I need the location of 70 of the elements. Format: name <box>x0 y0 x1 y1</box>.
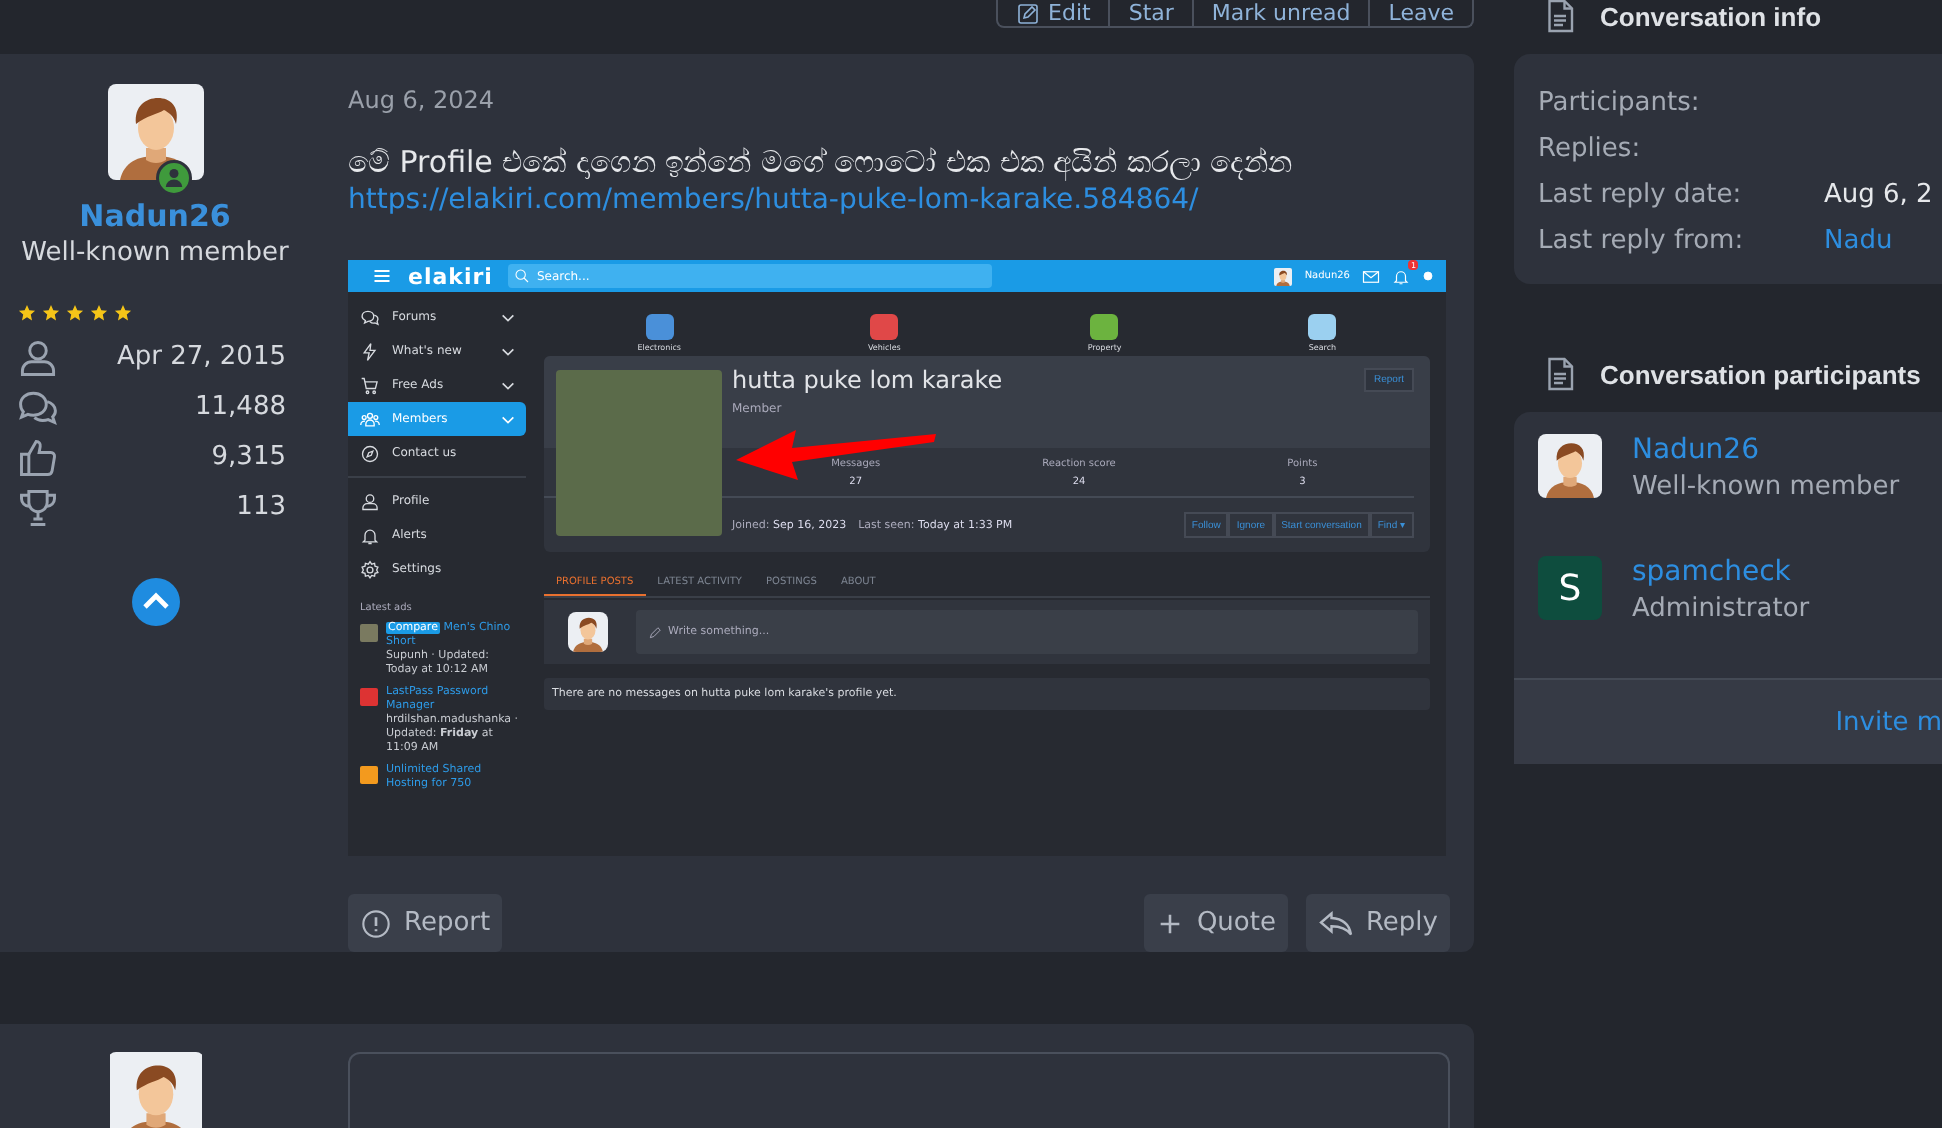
quote-button[interactable]: Quote <box>1144 894 1288 952</box>
star-icon <box>90 304 108 324</box>
toolbar-button[interactable]: Edit <box>998 0 1109 26</box>
compass-icon <box>360 443 380 463</box>
info-label: Participants: <box>1538 88 1702 122</box>
ad-thumbnail <box>360 624 378 642</box>
dot-icon <box>1422 270 1434 282</box>
avatar-drawing <box>568 612 608 652</box>
ad-thumbnail <box>360 688 378 706</box>
star-icon <box>18 304 36 324</box>
document-icon <box>1542 356 1578 392</box>
thumbs-up-icon <box>16 435 60 479</box>
star-icon <box>42 304 60 324</box>
toolbar-button[interactable]: Star <box>1108 0 1192 26</box>
invite-link[interactable]: Invite m <box>1835 707 1942 737</box>
user-title: Well-known member <box>21 238 289 268</box>
info-label: Last reply from: <box>1538 226 1746 260</box>
mail-icon <box>1362 267 1380 285</box>
reply-button[interactable]: Reply <box>1305 894 1450 952</box>
user-icon <box>16 335 60 379</box>
message-text: මේ Profile එකේ දාගෙන ඉන්නේ මගේ ෆොටෝ එක එක අයින් කරලා දෙන්න <box>348 142 1295 182</box>
reply-arrow-icon <box>1317 905 1354 941</box>
avatar-drawing <box>1274 267 1293 285</box>
avatar-drawing <box>107 1052 203 1128</box>
username-link[interactable]: Nadu <box>1824 226 1893 264</box>
user-icon <box>360 491 380 511</box>
lightning-icon <box>360 341 380 361</box>
site-logo: elakiri <box>408 263 493 289</box>
info-value: Aug 6, 2 <box>1824 180 1933 214</box>
stat-value: 9,315 <box>211 442 286 472</box>
search-icon <box>514 268 531 284</box>
toolbar-button[interactable]: Mark unread <box>1191 0 1369 26</box>
arrow-icon <box>736 428 936 480</box>
avatar-drawing <box>1538 434 1602 498</box>
stat-value: Apr 27, 2015 <box>116 342 286 372</box>
edit-icon <box>1016 1 1041 25</box>
bell-icon <box>1392 267 1410 285</box>
people-icon <box>360 409 380 429</box>
user-title: Well-known member <box>1632 472 1900 502</box>
letter-avatar: S <box>1538 556 1602 620</box>
block-title: Conversation participants <box>1600 359 1921 389</box>
gear-icon <box>360 559 380 579</box>
chevron-up-icon <box>131 578 179 626</box>
ad-thumbnail <box>360 766 378 784</box>
speech-bubbles-icon <box>360 307 380 327</box>
plus-icon <box>1156 909 1185 937</box>
url-link[interactable]: https://elakiri.com/members/hutta-puke-lom-karake.584864/ <box>348 182 1450 218</box>
stat-value: 11,488 <box>195 392 286 422</box>
user-title: Administrator <box>1632 594 1810 624</box>
star-icon <box>66 304 84 324</box>
trophy-icon <box>16 485 60 529</box>
bell-icon <box>360 525 380 545</box>
post-date: Aug 6, 2024 <box>348 86 497 114</box>
menu-icon <box>372 266 392 286</box>
document-icon <box>1542 0 1578 34</box>
report-button[interactable]: Report <box>348 894 503 952</box>
info-label: Replies: <box>1538 134 1643 168</box>
cart-icon <box>360 375 380 395</box>
avatar-drawing <box>107 84 203 180</box>
toolbar-button[interactable]: Leave <box>1368 0 1472 26</box>
pencil-icon <box>648 625 662 639</box>
info-label: Last reply date: <box>1538 180 1744 214</box>
block-title: Conversation info <box>1600 1 1822 31</box>
star-icon <box>114 304 132 324</box>
username-link[interactable]: Nadun26 <box>1632 434 1900 466</box>
profile-name: hutta puke lom karake <box>732 366 1005 394</box>
username-link[interactable]: spamcheck <box>1632 556 1810 588</box>
warning-circle-icon <box>360 907 392 939</box>
stat-value: 113 <box>236 492 286 522</box>
username-link[interactable]: Nadun26 <box>79 198 231 234</box>
